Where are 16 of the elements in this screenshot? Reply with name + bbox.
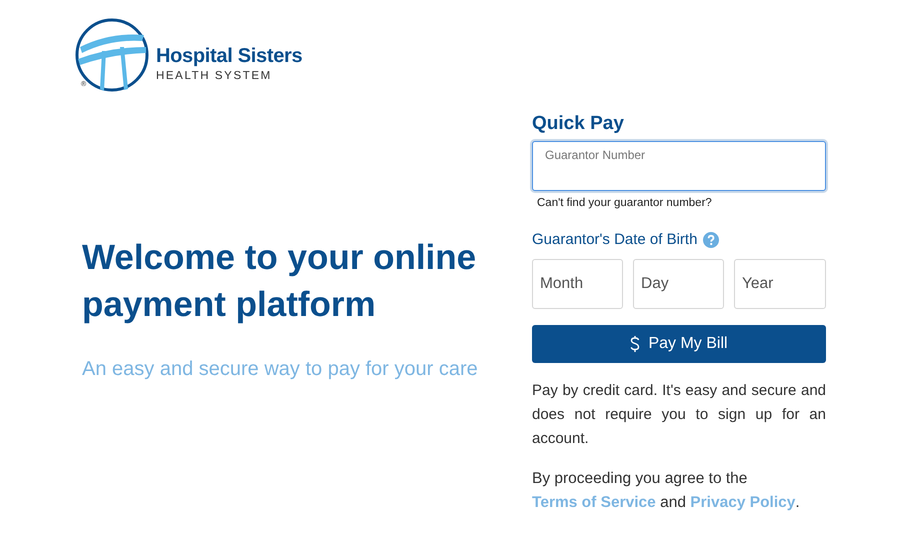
logo-tagline: HEALTH SYSTEM <box>156 70 273 82</box>
description-text: Pay by credit card. It's easy and secure and does not require you to sign up for an account. <box>532 381 826 449</box>
help-link[interactable]: Can't find your guarantor number? <box>537 197 712 209</box>
quick-pay-title: Quick Pay <box>532 113 625 135</box>
dob-label: Guarantor's Date of Birth <box>532 231 698 248</box>
welcome-heading: Welcome to your online payment platform <box>82 237 478 326</box>
date-field[interactable]: Year <box>734 259 826 309</box>
dollar-icon <box>630 335 640 353</box>
date-field[interactable]: Day <box>633 259 724 309</box>
logo-name: Hospital Sisters <box>156 44 302 68</box>
agreement-text: By proceeding you agree to the Terms of Service and Privacy Policy. <box>532 469 801 513</box>
pay-my-bill-button[interactable]: Pay My Bill <box>532 325 826 363</box>
help-icon[interactable] <box>703 232 720 248</box>
guarantor-number-field[interactable]: Guarantor Number <box>532 141 826 191</box>
subheading: An easy and secure way to pay for your care <box>82 358 479 381</box>
date-field[interactable]: Month <box>532 259 623 309</box>
